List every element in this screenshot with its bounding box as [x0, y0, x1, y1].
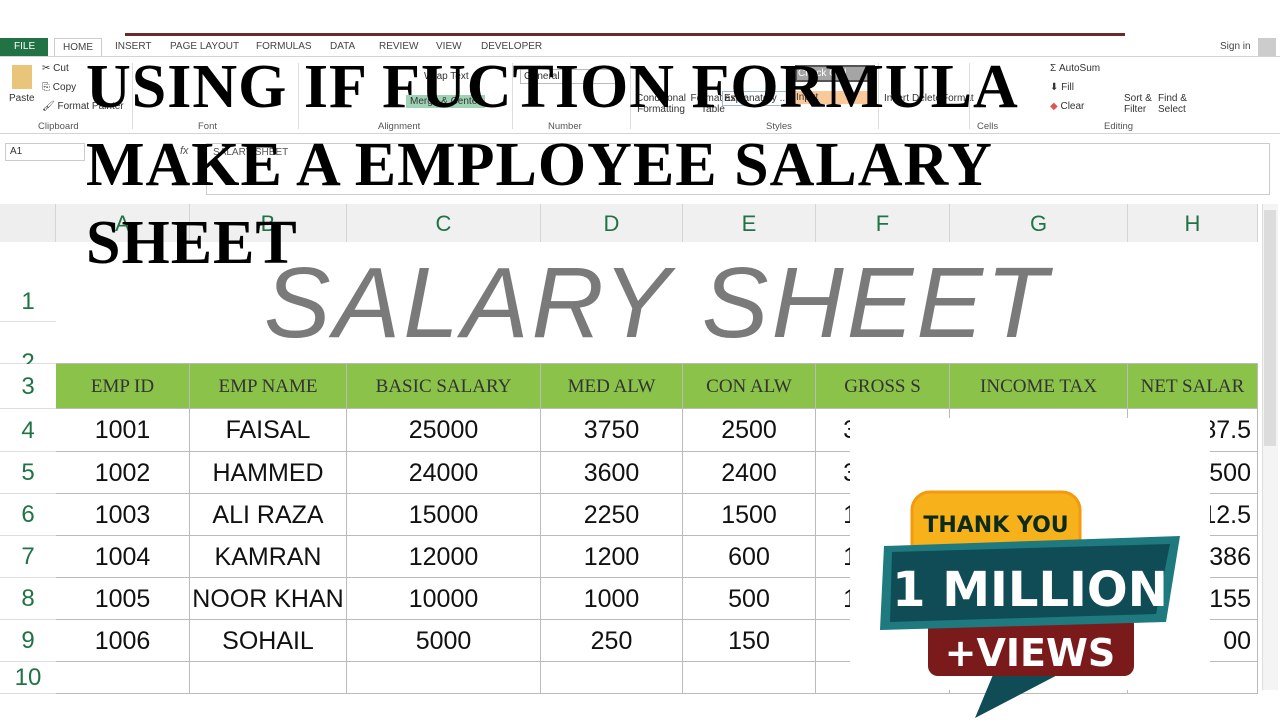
- header-cell[interactable]: CON ALW: [683, 364, 816, 409]
- data-cell[interactable]: 600: [683, 536, 816, 578]
- row-header-5[interactable]: 5: [0, 452, 56, 494]
- data-cell[interactable]: 1000: [541, 578, 683, 620]
- row-header-6[interactable]: 6: [0, 494, 56, 536]
- header-cell[interactable]: INCOME TAX: [950, 364, 1128, 409]
- empty-cell[interactable]: [541, 662, 683, 694]
- scissors-icon: ✂: [42, 63, 51, 74]
- header-cell[interactable]: NET SALAR: [1128, 364, 1258, 409]
- copy-label: Copy: [52, 82, 77, 93]
- row-header-1[interactable]: 1: [0, 242, 56, 322]
- thank-you-text: THANK YOU: [923, 513, 1068, 538]
- find-select-button[interactable]: Find & Select: [1158, 93, 1192, 115]
- fill-icon: ⬇: [1050, 82, 1059, 93]
- clear-button[interactable]: ◆ Clear: [1050, 101, 1084, 112]
- row-header-7[interactable]: 7: [0, 536, 56, 578]
- data-cell[interactable]: NOOR KHAN: [190, 578, 347, 620]
- brush-icon: 🖌: [42, 101, 55, 112]
- data-cell[interactable]: 1500: [683, 494, 816, 536]
- clipboard-group-label: Clipboard: [38, 121, 79, 132]
- row-header-8[interactable]: 8: [0, 578, 56, 620]
- cut-label: Cut: [53, 63, 69, 74]
- data-cell[interactable]: 15000: [347, 494, 541, 536]
- tab-file[interactable]: FILE: [0, 38, 48, 56]
- data-cell[interactable]: 2400: [683, 452, 816, 494]
- data-cell[interactable]: 5000: [347, 620, 541, 662]
- data-cell[interactable]: 3600: [541, 452, 683, 494]
- data-cell[interactable]: KAMRAN: [190, 536, 347, 578]
- paste-icon: [12, 65, 32, 89]
- data-cell[interactable]: 2250: [541, 494, 683, 536]
- editing-group-label: Editing: [1104, 121, 1134, 132]
- eraser-icon: ◆: [1050, 101, 1058, 112]
- sign-in-link[interactable]: Sign in: [1220, 41, 1251, 52]
- select-all-corner[interactable]: [0, 204, 56, 242]
- user-avatar-icon[interactable]: [1258, 38, 1276, 56]
- million-text: 1 MILLION: [892, 562, 1168, 618]
- data-cell[interactable]: 1200: [541, 536, 683, 578]
- data-cell[interactable]: ALI RAZA: [190, 494, 347, 536]
- data-cell[interactable]: 1003: [56, 494, 190, 536]
- clear-label: Clear: [1060, 101, 1085, 112]
- name-box[interactable]: A1: [5, 143, 85, 161]
- title-line-1: USING IF FUCTION FORMULA: [86, 53, 1019, 121]
- sigma-icon: Σ: [1050, 63, 1057, 74]
- data-cell[interactable]: 1006: [56, 620, 190, 662]
- data-cell[interactable]: FAISAL: [190, 409, 347, 452]
- data-cell[interactable]: 1004: [56, 536, 190, 578]
- data-cell[interactable]: 1001: [56, 409, 190, 452]
- empty-cell[interactable]: [190, 662, 347, 694]
- autosum-label: AutoSum: [1058, 63, 1101, 74]
- empty-cell[interactable]: [347, 662, 541, 694]
- row-header-4[interactable]: 4: [0, 409, 56, 452]
- data-cell[interactable]: 24000: [347, 452, 541, 494]
- data-cell[interactable]: 3750: [541, 409, 683, 452]
- video-title-overlay: USING IF FUCTION FORMULA MAKE A EMPLOYEE…: [86, 48, 1019, 282]
- header-cell[interactable]: BASIC SALARY: [347, 364, 541, 409]
- data-cell[interactable]: 150: [683, 620, 816, 662]
- header-cell[interactable]: MED ALW: [541, 364, 683, 409]
- fill-label: Fill: [1061, 82, 1074, 93]
- column-header-h[interactable]: H: [1128, 204, 1258, 242]
- row-header-2[interactable]: 2: [0, 322, 56, 376]
- thank-you-badge: THANK YOU 1 MILLION +VIEWS: [880, 490, 1180, 718]
- cut-button[interactable]: ✂ Cut: [42, 63, 69, 74]
- scrollbar-thumb[interactable]: [1264, 210, 1276, 446]
- views-text: +VIEWS: [945, 631, 1116, 675]
- header-cell[interactable]: EMP ID: [56, 364, 190, 409]
- title-line-3: SHEET: [86, 209, 298, 277]
- header-cell[interactable]: EMP NAME: [190, 364, 347, 409]
- row-header-9[interactable]: 9: [0, 620, 56, 662]
- data-cell[interactable]: SOHAIL: [190, 620, 347, 662]
- data-cell[interactable]: 250: [541, 620, 683, 662]
- data-cell[interactable]: 500: [683, 578, 816, 620]
- paste-button[interactable]: Paste: [9, 93, 35, 104]
- autosum-button[interactable]: Σ AutoSum: [1050, 63, 1100, 74]
- header-cell[interactable]: GROSS S: [816, 364, 950, 409]
- empty-cell[interactable]: [56, 662, 190, 694]
- row-header-10[interactable]: 10: [0, 662, 56, 694]
- data-cell[interactable]: 25000: [347, 409, 541, 452]
- sort-filter-button[interactable]: Sort & Filter: [1124, 93, 1156, 115]
- data-cell[interactable]: 1002: [56, 452, 190, 494]
- row-header-3[interactable]: 3: [0, 364, 56, 409]
- badge-overlay: THANK YOU 1 MILLION +VIEWS: [850, 418, 1210, 718]
- data-cell[interactable]: 10000: [347, 578, 541, 620]
- fill-button[interactable]: ⬇ Fill: [1050, 82, 1074, 93]
- empty-cell[interactable]: [683, 662, 816, 694]
- copy-button[interactable]: ⎘ Copy: [42, 82, 76, 93]
- data-cell[interactable]: HAMMED: [190, 452, 347, 494]
- copy-icon: ⎘: [42, 82, 50, 93]
- data-cell[interactable]: 12000: [347, 536, 541, 578]
- title-bar-accent: [125, 33, 1125, 36]
- title-line-2: MAKE A EMPLOYEE SALARY: [86, 131, 993, 199]
- data-cell[interactable]: 1005: [56, 578, 190, 620]
- data-cell[interactable]: 2500: [683, 409, 816, 452]
